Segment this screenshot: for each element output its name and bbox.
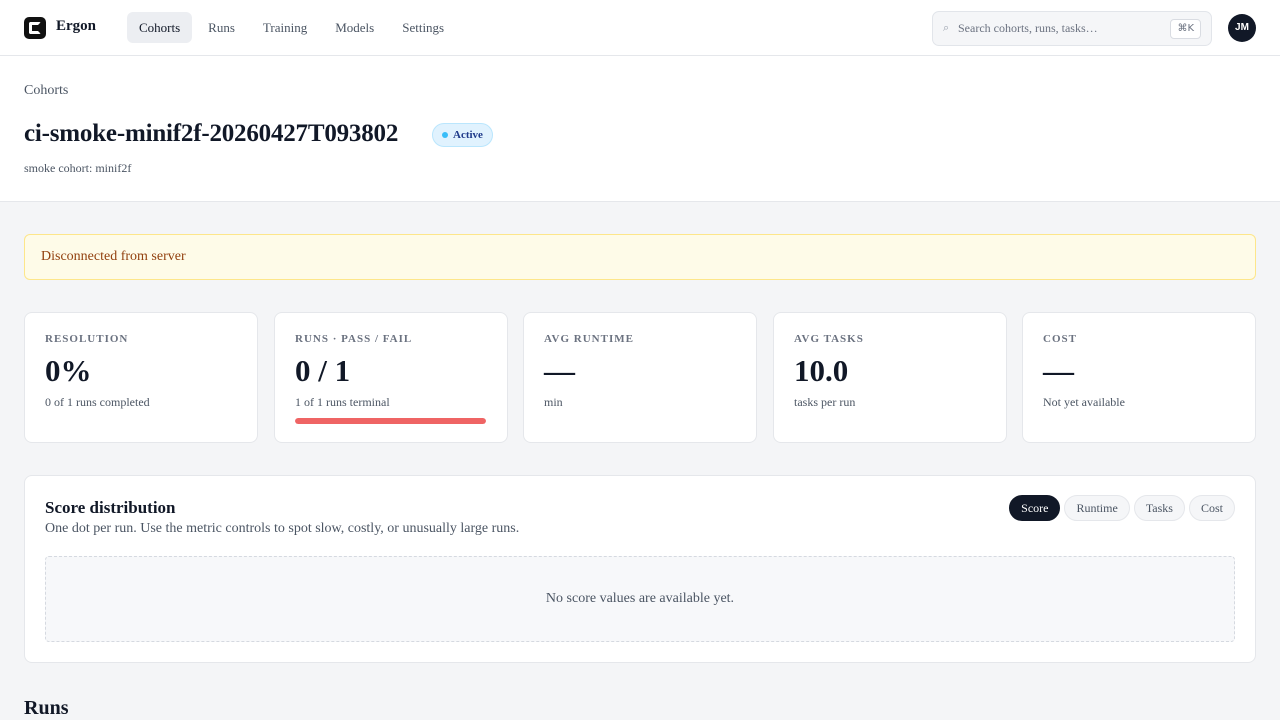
status-badge: Active — [432, 123, 493, 147]
metric-button-runtime[interactable]: Runtime — [1064, 495, 1130, 521]
stat-subtext: 1 of 1 runs terminal — [295, 395, 390, 409]
stat-label: COST — [1043, 333, 1077, 345]
stat-card-runs-pass-fail: RUNS · PASS / FAIL 0 / 1 1 of 1 runs ter… — [274, 312, 508, 443]
runs-section-title: Runs — [24, 697, 69, 719]
pass-fail-progress-bar — [295, 418, 486, 424]
search-icon: ⌕ — [943, 22, 950, 34]
brand-name[interactable]: Ergon — [56, 18, 96, 35]
stat-value: 10.0 — [794, 353, 849, 388]
main-nav: Cohorts Runs Training Models Settings — [127, 12, 456, 43]
page-title: ci-smoke-minif2f-20260427T093802 — [24, 120, 399, 147]
stat-subtext: min — [544, 395, 563, 409]
stat-card-avg-runtime: AVG RUNTIME — min — [523, 312, 757, 443]
nav-item-models[interactable]: Models — [323, 12, 386, 43]
status-badge-label: Active — [453, 129, 483, 141]
stat-label: AVG TASKS — [794, 333, 864, 345]
stat-card-avg-tasks: AVG TASKS 10.0 tasks per run — [773, 312, 1007, 443]
connection-alert: Disconnected from server — [24, 234, 1256, 280]
top-navbar: Ergon Cohorts Runs Training Models Setti… — [0, 0, 1280, 56]
nav-item-cohorts[interactable]: Cohorts — [127, 12, 193, 43]
stat-value: 0% — [45, 353, 92, 388]
metric-button-cost[interactable]: Cost — [1188, 495, 1235, 521]
nav-item-settings[interactable]: Settings — [390, 12, 456, 43]
stat-value: — — [1043, 353, 1074, 388]
breadcrumb[interactable]: Cohorts — [24, 83, 68, 99]
stat-subtext: tasks per run — [794, 395, 856, 409]
stat-subtext: Not yet available — [1043, 395, 1125, 409]
panel-title: Score distribution — [45, 498, 176, 517]
stat-value: 0 / 1 — [295, 353, 351, 388]
stat-card-cost: COST — Not yet available — [1022, 312, 1256, 443]
ergon-logo-icon[interactable] — [24, 17, 46, 39]
page-header: Cohorts ci-smoke-minif2f-20260427T093802… — [0, 56, 1280, 202]
metric-button-tasks[interactable]: Tasks — [1133, 495, 1185, 521]
search-box[interactable]: ⌕ ⌘K — [932, 11, 1212, 46]
status-dot-icon — [442, 132, 448, 138]
empty-state-message: No score values are available yet. — [45, 556, 1235, 642]
fail-progress-fill — [295, 418, 486, 424]
page-subtitle: smoke cohort: minif2f — [24, 161, 132, 175]
stat-label: RESOLUTION — [45, 333, 129, 345]
search-input[interactable] — [958, 12, 1158, 45]
nav-item-runs[interactable]: Runs — [196, 12, 247, 43]
metric-button-score[interactable]: Score — [1009, 495, 1061, 521]
stat-card-resolution: RESOLUTION 0% 0 of 1 runs completed — [24, 312, 258, 443]
stat-value: — — [544, 353, 575, 388]
score-distribution-panel: Score distribution One dot per run. Use … — [24, 475, 1256, 663]
stat-subtext: 0 of 1 runs completed — [45, 395, 150, 409]
stat-label: RUNS · PASS / FAIL — [295, 333, 413, 345]
search-shortcut-hint: ⌘K — [1170, 19, 1201, 39]
nav-item-training[interactable]: Training — [251, 12, 319, 43]
user-avatar[interactable]: JM — [1228, 14, 1256, 42]
panel-description: One dot per run. Use the metric controls… — [45, 521, 520, 536]
stat-label: AVG RUNTIME — [544, 333, 634, 345]
metric-selector: Score Runtime Tasks Cost — [1009, 495, 1235, 521]
